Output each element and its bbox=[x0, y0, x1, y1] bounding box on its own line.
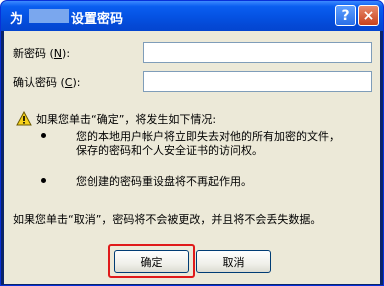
new-password-input[interactable] bbox=[143, 42, 372, 63]
warning-icon bbox=[16, 111, 32, 126]
bullet-1 bbox=[41, 133, 46, 138]
set-password-dialog: 为 设置密码 ? × 新密码 (N): 确认密码 (C): 如果您单击“确定”，… bbox=[0, 0, 384, 286]
warning-intro: 如果您单击“确定”，将发生如下情况: bbox=[36, 113, 217, 126]
new-password-label: 新密码 (N): bbox=[13, 47, 71, 60]
help-icon: ? bbox=[341, 7, 350, 24]
title-prefix: 为 bbox=[10, 12, 24, 27]
redacted-username bbox=[29, 9, 69, 23]
bullet-2 bbox=[41, 178, 46, 183]
cancel-button[interactable]: 取消 bbox=[196, 250, 271, 273]
help-button[interactable]: ? bbox=[335, 5, 356, 26]
close-icon: × bbox=[362, 7, 375, 24]
bullet2-text: 您创建的密码重设盘将不再起作用。 bbox=[76, 175, 252, 188]
cancel-note: 如果您单击“取消”，密码将不会被更改，并且将不会丢失数据。 bbox=[13, 213, 322, 226]
dialog-body: 新密码 (N): 确认密码 (C): 如果您单击“确定”，将发生如下情况: 您的… bbox=[4, 31, 380, 284]
dialog-title: 设置密码 bbox=[71, 12, 124, 27]
confirm-password-input[interactable] bbox=[143, 71, 372, 92]
close-button[interactable]: × bbox=[358, 5, 379, 26]
title-bar[interactable]: 为 设置密码 ? × bbox=[1, 1, 383, 31]
ok-button[interactable]: 确定 bbox=[114, 250, 189, 273]
bullet1-line2: 保存的密码和个人安全证书的访问权。 bbox=[76, 144, 263, 157]
confirm-password-label: 确认密码 (C): bbox=[13, 76, 81, 89]
